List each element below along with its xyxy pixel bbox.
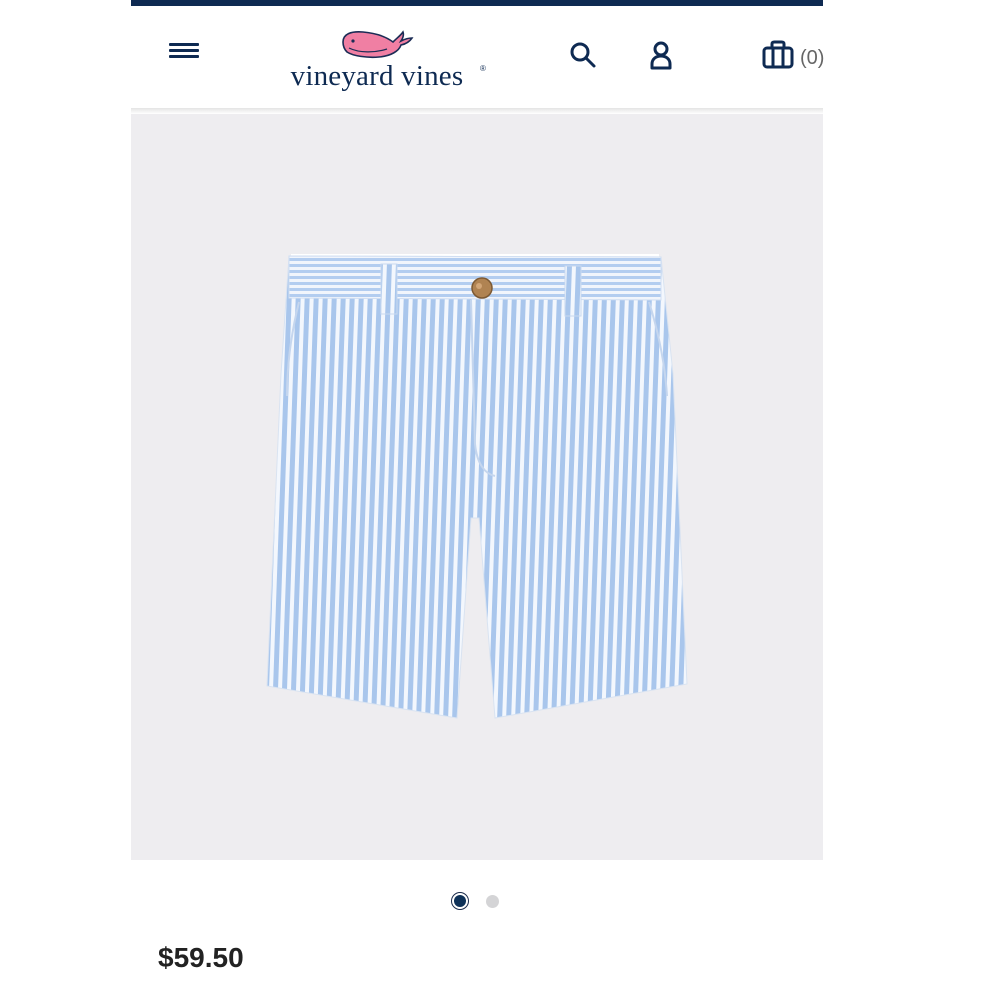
- logo-wordmark: vineyard vines: [290, 60, 464, 92]
- user-icon: [650, 41, 672, 70]
- search-button[interactable]: [567, 40, 599, 72]
- search-icon: [570, 42, 596, 68]
- menu-button[interactable]: [167, 36, 203, 66]
- product-price: $59.50: [158, 942, 244, 973]
- account-button[interactable]: [645, 38, 677, 74]
- shopping-bag-icon: [762, 40, 794, 69]
- whale-logo-icon: [342, 30, 414, 59]
- carousel-dot-1[interactable]: [451, 892, 469, 910]
- hamburger-icon: [169, 43, 199, 58]
- image-carousel-dots: [451, 892, 511, 912]
- carousel-dot-2[interactable]: [486, 895, 499, 908]
- product-image[interactable]: [131, 114, 823, 860]
- site-header: vineyard vines ® (0): [131, 6, 825, 110]
- shopping-bag-button[interactable]: (0): [761, 40, 825, 74]
- registered-mark: ®: [480, 64, 486, 73]
- bag-item-count: (0): [800, 47, 825, 69]
- product-page: vineyard vines ® (0) $59.50: [0, 0, 1000, 1000]
- brand-logo[interactable]: vineyard vines ®: [267, 24, 487, 100]
- seersucker-shorts-image: [266, 254, 688, 719]
